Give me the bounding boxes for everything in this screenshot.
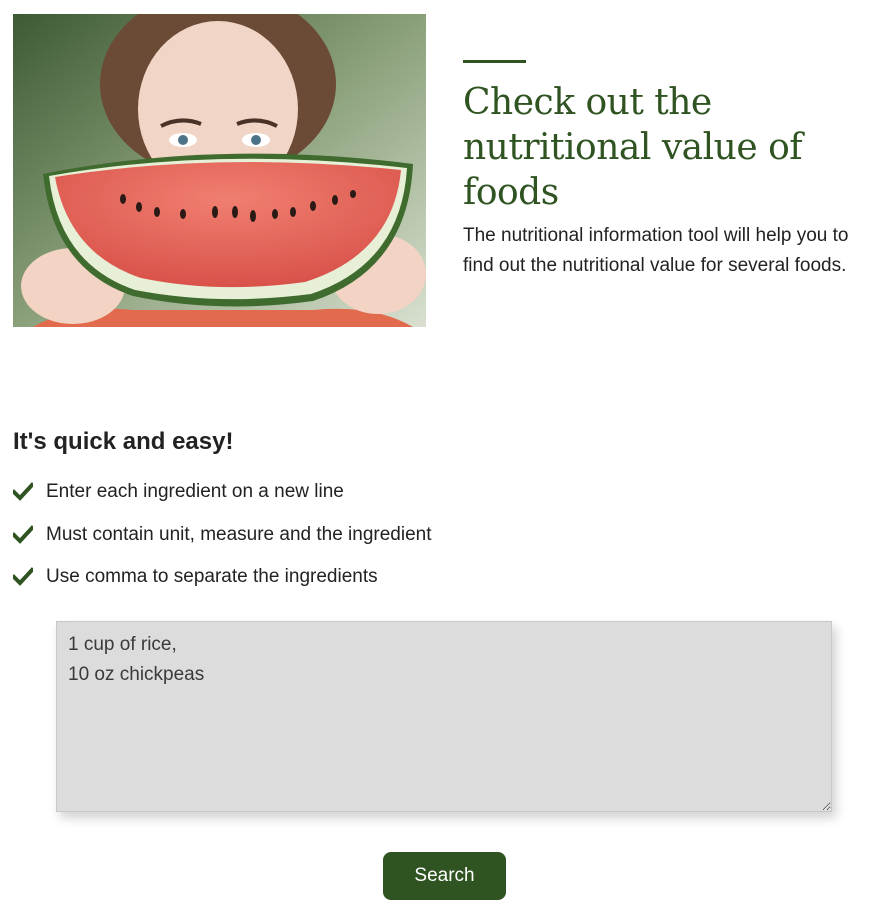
list-item: Must contain unit, measure and the ingre… — [13, 521, 432, 549]
list-item-label: Must contain unit, measure and the ingre… — [46, 523, 432, 545]
check-icon — [13, 482, 33, 501]
page: Check out the nutritional value of foods… — [0, 0, 882, 920]
check-icon — [13, 567, 33, 586]
list-item-label: Use comma to separate the ingredients — [46, 566, 378, 587]
list-item: Use comma to separate the ingredients — [13, 563, 432, 591]
hero-image — [13, 14, 426, 327]
check-icon — [13, 524, 33, 544]
steps-list: Enter each ingredient on a new line Must… — [13, 478, 432, 606]
ingredients-textarea[interactable]: 1 cup of rice, 10 oz chickpeas — [56, 621, 832, 812]
steps-title: It's quick and easy! — [13, 428, 234, 455]
accent-rule — [463, 60, 526, 63]
hero-text: Check out the nutritional value of foods… — [463, 60, 878, 281]
hero-description: The nutritional information tool will he… — [463, 225, 849, 276]
list-item-label: Enter each ingredient on a new line — [46, 481, 344, 502]
hero-title: Check out the nutritional value of foods — [463, 82, 803, 213]
watermelon-photo — [13, 14, 426, 327]
list-item: Enter each ingredient on a new line — [13, 478, 432, 506]
search-button[interactable]: Search — [383, 852, 506, 900]
